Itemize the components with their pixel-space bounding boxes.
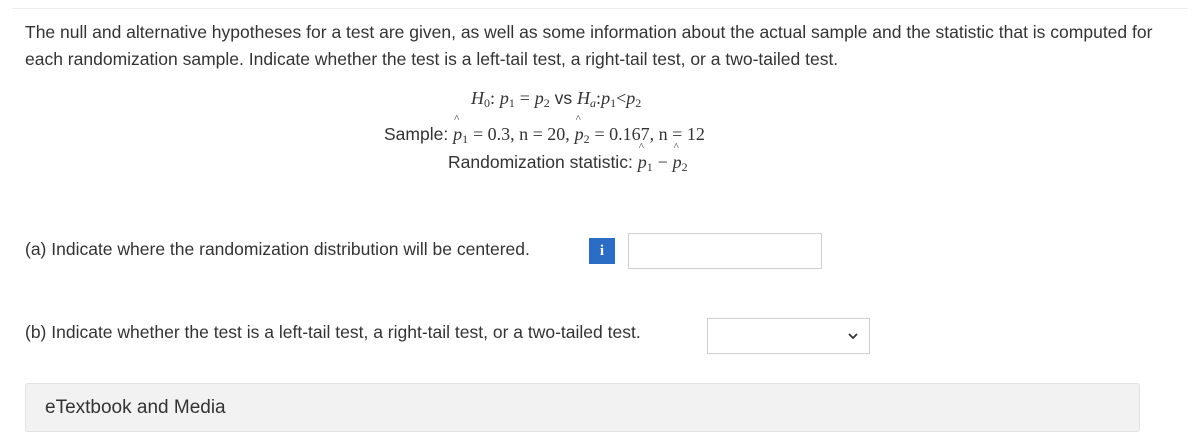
stat-p2-subscript: 2 [681, 160, 688, 174]
p2-hat-symbol: p [575, 113, 584, 145]
ha-symbol: H [577, 88, 591, 108]
p2-subscript: 2 [543, 96, 550, 110]
p2-hat-subscript: 2 [583, 132, 590, 146]
etextbook-media-label: eTextbook and Media [45, 397, 226, 418]
part-a-label: (a) Indicate where the randomization dis… [25, 239, 530, 259]
minus-sign: − [657, 152, 668, 172]
sample-label: Sample: [384, 124, 449, 144]
tail-type-select[interactable] [707, 318, 870, 354]
p2-symbol: p [534, 88, 544, 108]
statistic-line: Randomization statistic: p1 − p2 [448, 141, 688, 174]
p1-subscript: 1 [508, 96, 515, 110]
top-divider [12, 8, 1188, 9]
less-than-sign: < [616, 88, 627, 108]
h0-symbol: H [471, 88, 484, 108]
ha-p2-symbol: p [626, 88, 636, 108]
sample-group1-values: = 0.3, n = 20, [472, 124, 570, 144]
chevron-down-icon [848, 333, 858, 340]
info-icon[interactable]: i [589, 238, 615, 264]
stat-p1-hat-symbol: p [638, 141, 647, 173]
question-intro: The null and alternative hypotheses for … [25, 22, 1153, 69]
statistic-label: Randomization statistic: [448, 152, 633, 172]
stat-p1-subscript: 1 [646, 160, 653, 174]
part-b-label: (b) Indicate whether the test is a left-… [25, 322, 641, 342]
ha-p1-symbol: p [601, 88, 611, 108]
h0-colon: : [490, 88, 496, 108]
equals-sign: = [519, 88, 530, 108]
vs-text: vs [554, 88, 573, 108]
p1-symbol: p [499, 88, 509, 108]
p1-hat-symbol: p [453, 113, 462, 145]
ha-p2-subscript: 2 [635, 96, 642, 110]
center-answer-input[interactable] [628, 233, 822, 269]
question-page: The null and alternative hypotheses for … [0, 0, 1202, 441]
p1-hat-subscript: 1 [462, 132, 469, 146]
hypotheses-line: H0: p1 = p2 vs Ha:p1<p2 [471, 88, 641, 109]
stat-p2-hat-symbol: p [673, 141, 682, 173]
sample-group2-values: = 0.167, n = 12 [594, 124, 705, 144]
etextbook-media-panel[interactable]: eTextbook and Media [25, 383, 1140, 432]
sample-line: Sample: p1 = 0.3, n = 20, p2 = 0.167, n … [384, 113, 705, 146]
